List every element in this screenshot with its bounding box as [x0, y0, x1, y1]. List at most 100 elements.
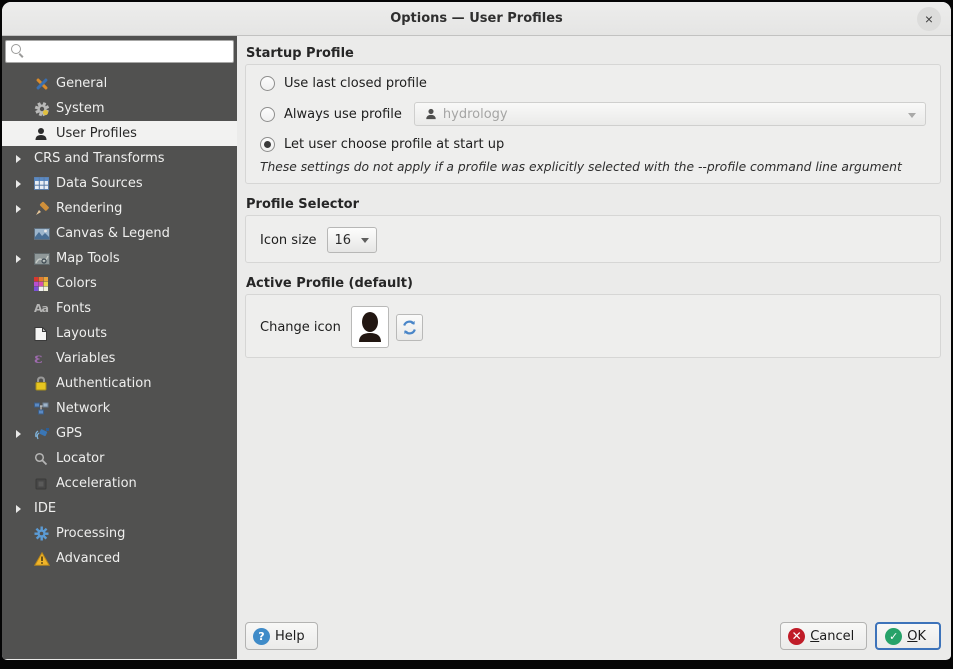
radio-row-always-use[interactable]: Always use profile hydrology — [260, 102, 926, 126]
sidebar-item-crs-and-transforms[interactable]: CRS and Transforms — [2, 146, 237, 171]
reset-icon-button[interactable] — [396, 314, 423, 341]
help-button[interactable]: ? Help — [245, 622, 318, 650]
profile-select-dropdown[interactable]: hydrology — [414, 102, 926, 126]
radio-always-use-profile[interactable] — [260, 107, 275, 122]
expand-arrow-icon[interactable] — [16, 255, 21, 263]
sidebar-item-label: Acceleration — [56, 476, 137, 491]
ok-icon: ✓ — [885, 628, 902, 645]
sidebar-item-rendering[interactable]: Rendering — [2, 196, 237, 221]
sidebar-item-general[interactable]: General — [2, 71, 237, 96]
expand-arrow-icon[interactable] — [16, 505, 21, 513]
sidebar: General System User Profiles — [2, 36, 237, 659]
sidebar-item-label: Layouts — [56, 326, 107, 341]
sidebar-item-label: Canvas & Legend — [56, 226, 170, 241]
search-icon — [11, 44, 24, 57]
sidebar-item-label: Rendering — [56, 201, 122, 216]
sidebar-item-variables[interactable]: ε Variables — [2, 346, 237, 371]
chevron-down-icon — [361, 238, 369, 243]
sidebar-item-map-tools[interactable]: Map Tools — [2, 246, 237, 271]
sidebar-item-label: Data Sources — [56, 176, 143, 191]
network-icon — [34, 402, 56, 415]
icon-size-dropdown[interactable]: 16 — [327, 227, 377, 253]
radio-use-last-closed[interactable] — [260, 76, 275, 91]
search-input[interactable] — [5, 40, 234, 63]
refresh-icon — [401, 319, 418, 336]
sidebar-item-system[interactable]: System — [2, 96, 237, 121]
profile-avatar-button[interactable] — [351, 306, 389, 348]
sidebar-item-label: IDE — [34, 501, 56, 516]
canvas-map-icon — [34, 228, 56, 240]
change-icon-label: Change icon — [260, 320, 341, 335]
paintbrush-icon — [34, 201, 56, 217]
general-tools-icon — [34, 76, 56, 92]
sidebar-item-user-profiles[interactable]: User Profiles — [2, 121, 237, 146]
sidebar-item-label: Authentication — [56, 376, 151, 391]
radio-row-last-closed[interactable]: Use last closed profile — [260, 76, 926, 91]
sidebar-item-acceleration[interactable]: Acceleration — [2, 471, 237, 496]
expand-arrow-icon[interactable] — [16, 205, 21, 213]
user-profile-icon — [34, 127, 56, 141]
sidebar-item-label: CRS and Transforms — [34, 151, 165, 166]
expand-arrow-icon[interactable] — [16, 430, 21, 438]
radio-label: Use last closed profile — [284, 76, 427, 91]
sidebar-item-label: General — [56, 76, 107, 91]
title-bar: Options — User Profiles × — [2, 2, 951, 36]
cancel-button-label: Cancel — [810, 629, 854, 644]
sidebar-item-colors[interactable]: Colors — [2, 271, 237, 296]
fonts-icon: Aa — [34, 302, 48, 315]
gps-satellite-icon — [34, 427, 56, 441]
cancel-icon: ✕ — [788, 628, 805, 645]
system-gear-icon — [34, 101, 56, 117]
icon-size-label: Icon size — [260, 233, 317, 248]
close-icon[interactable]: × — [917, 7, 941, 31]
page-layout-icon — [34, 327, 56, 341]
sidebar-item-canvas-legend[interactable]: Canvas & Legend — [2, 221, 237, 246]
sidebar-item-label: Variables — [56, 351, 115, 366]
options-dialog: Options — User Profiles × General — [2, 2, 951, 660]
sidebar-item-label: User Profiles — [56, 126, 137, 141]
locator-search-icon — [34, 452, 56, 466]
sidebar-item-network[interactable]: Network — [2, 396, 237, 421]
ok-button[interactable]: ✓ OK — [875, 622, 941, 650]
sidebar-item-label: Advanced — [56, 551, 120, 566]
expand-arrow-icon[interactable] — [16, 155, 21, 163]
radio-row-let-user-choose[interactable]: Let user choose profile at start up — [260, 137, 926, 152]
cancel-button[interactable]: ✕ Cancel — [780, 622, 867, 650]
sidebar-item-fonts[interactable]: Aa Fonts — [2, 296, 237, 321]
sidebar-item-locator[interactable]: Locator — [2, 446, 237, 471]
sidebar-item-advanced[interactable]: Advanced — [2, 546, 237, 571]
variables-epsilon-icon: ε — [34, 351, 43, 367]
sidebar-item-ide[interactable]: IDE — [2, 496, 237, 521]
user-profiles-page: Startup Profile Use last closed profile … — [237, 36, 951, 659]
radio-let-user-choose[interactable] — [260, 137, 275, 152]
dialog-button-box: ? Help ✕ Cancel ✓ OK — [245, 622, 941, 650]
startup-profile-group: Use last closed profile Always use profi… — [245, 64, 941, 184]
sidebar-item-label: Fonts — [56, 301, 91, 316]
icon-size-value: 16 — [335, 233, 352, 248]
sidebar-item-processing[interactable]: Processing — [2, 521, 237, 546]
help-icon: ? — [253, 628, 270, 645]
radio-label: Let user choose profile at start up — [284, 137, 504, 152]
table-icon — [34, 177, 56, 190]
selected-profile-value: hydrology — [443, 107, 508, 122]
sidebar-item-gps[interactable]: GPS — [2, 421, 237, 446]
expand-arrow-icon[interactable] — [16, 180, 21, 188]
sidebar-item-layouts[interactable]: Layouts — [2, 321, 237, 346]
sidebar-item-data-sources[interactable]: Data Sources — [2, 171, 237, 196]
lock-icon — [34, 376, 56, 391]
options-nav-list: General System User Profiles — [2, 66, 237, 659]
sidebar-item-label: System — [56, 101, 104, 116]
sidebar-item-label: GPS — [56, 426, 82, 441]
profile-selector-heading: Profile Selector — [246, 197, 941, 212]
ok-button-label: OK — [907, 629, 926, 644]
warning-triangle-icon — [34, 552, 56, 566]
radio-label: Always use profile — [284, 107, 402, 122]
sidebar-item-authentication[interactable]: Authentication — [2, 371, 237, 396]
map-tools-icon — [34, 253, 56, 265]
active-profile-heading: Active Profile (default) — [246, 276, 941, 291]
processing-gear-icon — [34, 526, 56, 541]
chevron-down-icon — [908, 113, 916, 118]
sidebar-item-label: Processing — [56, 526, 125, 541]
sidebar-item-label: Map Tools — [56, 251, 120, 266]
color-swatches-icon — [34, 277, 56, 291]
